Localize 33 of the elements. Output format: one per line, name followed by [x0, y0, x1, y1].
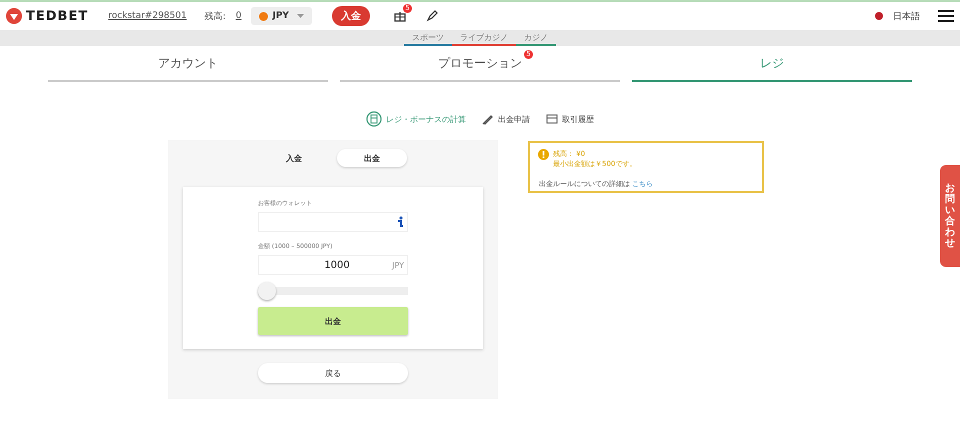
pencil-icon: [482, 113, 494, 125]
gift-icon[interactable]: [394, 10, 406, 22]
contact-tab[interactable]: お問い合わせ: [940, 165, 960, 267]
tab[interactable]: レジ: [632, 52, 912, 82]
category-link[interactable]: スポーツ: [404, 30, 452, 46]
menu-icon[interactable]: [938, 10, 954, 22]
slider-thumb[interactable]: [258, 282, 276, 300]
deposit-button[interactable]: 入金: [332, 6, 370, 26]
category-link[interactable]: カジノ: [516, 30, 556, 46]
mode-tab[interactable]: 入金: [259, 149, 329, 167]
category-link[interactable]: ライブカジノ: [452, 30, 516, 46]
japan-flag-icon: [875, 12, 883, 20]
mode-tab[interactable]: 出金: [337, 149, 407, 167]
balance-value[interactable]: 0: [236, 11, 242, 21]
wallet-field[interactable]: [258, 212, 408, 232]
logo-icon: [6, 8, 22, 24]
back-button[interactable]: 戻る: [258, 363, 408, 383]
caret-icon: [296, 14, 304, 18]
sub-nav-link[interactable]: 出金申請: [498, 114, 530, 124]
info-icon[interactable]: [396, 216, 404, 228]
balance-label: 残高:: [204, 10, 226, 22]
logo-text: TEDBET: [26, 8, 88, 24]
sub-nav-link[interactable]: レジ・ボーナスの計算: [386, 114, 466, 124]
wallet-icon: [546, 114, 558, 124]
withdraw-button[interactable]: 出金: [258, 307, 408, 335]
tab[interactable]: アカウント: [48, 52, 328, 82]
warning-icon: [538, 149, 549, 160]
sub-nav-link[interactable]: 取引履歴: [562, 114, 594, 124]
amount-field[interactable]: 1000 JPY: [258, 255, 408, 275]
username-link[interactable]: rockstar#298501: [108, 11, 187, 21]
language-select[interactable]: 日本語: [893, 10, 920, 22]
currency-select[interactable]: JPY: [251, 7, 312, 25]
calculator-icon: [366, 111, 382, 127]
